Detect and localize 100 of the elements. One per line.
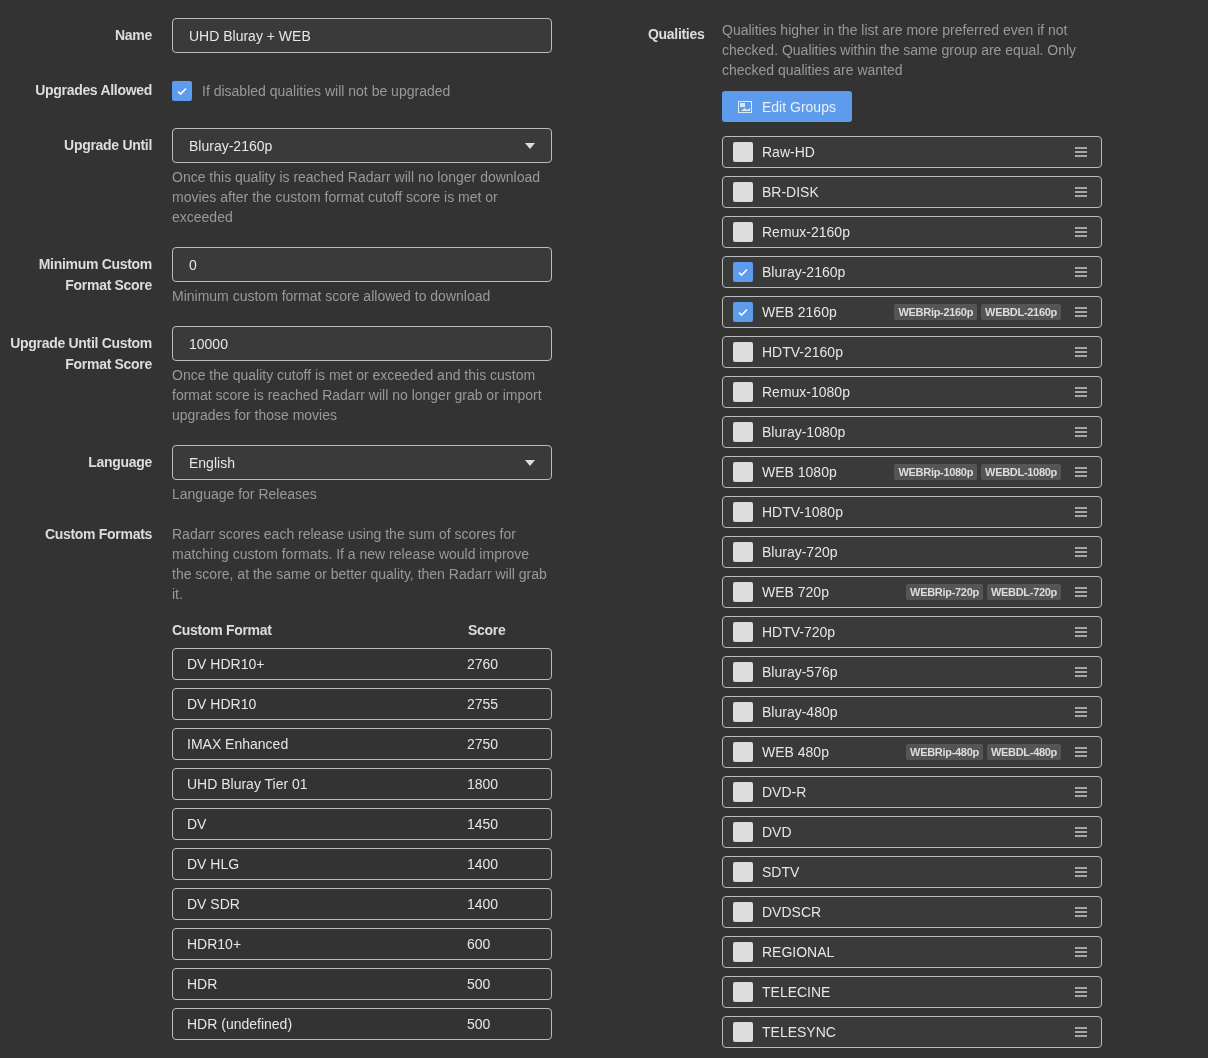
quality-name: WEB 720p (762, 584, 830, 600)
quality-name: DVDSCR (762, 904, 823, 920)
quality-row[interactable]: WEB 480p WEBRip-480p WEBDL-480p (722, 736, 1102, 768)
quality-row[interactable]: TELECINE (722, 976, 1102, 1008)
format-name: DV HDR10 (187, 696, 258, 712)
checkbox[interactable] (733, 222, 753, 242)
drag-handle-icon[interactable] (1075, 907, 1087, 917)
checkbox[interactable] (733, 182, 753, 202)
quality-row[interactable]: WEB 2160p WEBRip-2160p WEBDL-2160p (722, 296, 1102, 328)
drag-handle-icon[interactable] (1075, 507, 1087, 517)
checkbox[interactable] (733, 902, 753, 922)
score-field[interactable]: 10000 (172, 326, 552, 361)
quality-row[interactable]: BR-DISK (722, 176, 1102, 208)
drag-handle-icon[interactable] (1075, 427, 1087, 437)
score-field[interactable]: 0 (172, 247, 552, 282)
quality-name: DVD (762, 824, 793, 840)
checkbox[interactable] (733, 302, 753, 322)
drag-handle-icon[interactable] (1075, 187, 1087, 197)
format-name: IMAX Enhanced (187, 736, 290, 752)
quality-name: Remux-1080p (762, 384, 851, 400)
drag-handle-icon[interactable] (1075, 827, 1087, 837)
drag-handle-icon[interactable] (1075, 307, 1087, 317)
drag-handle-icon[interactable] (1075, 987, 1087, 997)
quality-tag: WEBRip-2160p (894, 304, 978, 320)
drag-handle-icon[interactable] (1075, 667, 1087, 677)
checkbox[interactable] (733, 862, 753, 882)
quality-row[interactable]: Remux-1080p (722, 376, 1102, 408)
quality-name: WEB 1080p (762, 464, 838, 480)
quality-row[interactable]: WEB 1080p WEBRip-1080p WEBDL-1080p (722, 456, 1102, 488)
checkbox[interactable] (733, 822, 753, 842)
checkbox[interactable] (733, 702, 753, 722)
checkbox[interactable] (733, 262, 753, 282)
quality-row[interactable]: HDTV-2160p (722, 336, 1102, 368)
checkbox[interactable] (733, 422, 753, 442)
drag-handle-icon[interactable] (1075, 947, 1087, 957)
field-label: Minimum Custom Format Score (37, 255, 153, 295)
quality-row[interactable]: Raw-HD (722, 136, 1102, 168)
drag-handle-icon[interactable] (1075, 707, 1087, 717)
drag-handle-icon[interactable] (1075, 747, 1087, 757)
quality-row[interactable]: HDTV-720p (722, 616, 1102, 648)
drag-handle-icon[interactable] (1075, 787, 1087, 797)
quality-row[interactable]: Bluray-576p (722, 656, 1102, 688)
format-score: 1400 (467, 896, 500, 912)
checkbox[interactable] (733, 542, 753, 562)
quality-name: Bluray-576p (762, 664, 839, 680)
checkbox[interactable] (733, 982, 753, 1002)
format-score: 1400 (467, 856, 500, 872)
help-text: Language for Releases (172, 485, 318, 504)
drag-handle-icon[interactable] (1075, 267, 1087, 277)
format-name: UHD Bluray Tier 01 (187, 776, 309, 792)
checkbox[interactable] (172, 80, 192, 101)
quality-row[interactable]: REGIONAL (722, 936, 1102, 968)
quality-row[interactable]: Bluray-480p (722, 696, 1102, 728)
checkbox[interactable] (733, 342, 753, 362)
drag-handle-icon[interactable] (1075, 587, 1087, 597)
quality-row[interactable]: SDTV (722, 856, 1102, 888)
name-field[interactable]: UHD Bluray + WEB (172, 18, 552, 53)
drag-handle-icon[interactable] (1075, 227, 1087, 237)
help-text: Radarr scores each release using the sum of scores for matching custom formats. If a new release would improve the score, at the same or better quality, then Radarr will grab it. (172, 525, 548, 604)
quality-row[interactable]: TELESYNC (722, 1016, 1102, 1048)
format-score: 2760 (467, 656, 500, 672)
quality-name: HDTV-1080p (762, 504, 844, 520)
drag-handle-icon[interactable] (1075, 147, 1087, 157)
quality-row[interactable]: DVD (722, 816, 1102, 848)
drag-handle-icon[interactable] (1075, 627, 1087, 637)
field-label: Custom Formats (43, 525, 153, 544)
quality-row[interactable]: HDTV-1080p (722, 496, 1102, 528)
quality-row[interactable]: DVD-R (722, 776, 1102, 808)
checkbox[interactable] (733, 742, 753, 762)
drag-handle-icon[interactable] (1075, 467, 1087, 477)
checkbox[interactable] (733, 782, 753, 802)
quality-tag: WEBDL-720p (986, 584, 1061, 600)
checkbox[interactable] (733, 382, 753, 402)
checkbox[interactable] (733, 502, 753, 522)
quality-row[interactable]: Bluray-2160p (722, 256, 1102, 288)
quality-name: Remux-2160p (762, 224, 851, 240)
drag-handle-icon[interactable] (1075, 547, 1087, 557)
language-dropdown[interactable]: English (172, 445, 552, 480)
quality-row[interactable]: DVDSCR (722, 896, 1102, 928)
drag-handle-icon[interactable] (1075, 387, 1087, 397)
quality-row[interactable]: Remux-2160p (722, 216, 1102, 248)
quality-dropdown[interactable]: Bluray-2160p (172, 128, 552, 163)
quality-row[interactable]: Bluray-720p (722, 536, 1102, 568)
drag-handle-icon[interactable] (1075, 867, 1087, 877)
checkbox[interactable] (733, 662, 753, 682)
checkmark-icon (737, 306, 749, 318)
quality-row[interactable]: WEB 720p WEBRip-720p WEBDL-720p (722, 576, 1102, 608)
format-score: 500 (467, 976, 492, 992)
field-label: Upgrades Allowed (34, 81, 153, 100)
checkbox[interactable] (733, 142, 753, 162)
checkbox[interactable] (733, 622, 753, 642)
quality-tag: WEBDL-1080p (981, 464, 1061, 480)
checkbox[interactable] (733, 1022, 753, 1042)
checkbox[interactable] (733, 462, 753, 482)
drag-handle-icon[interactable] (1075, 347, 1087, 357)
caret-icon (525, 459, 535, 466)
drag-handle-icon[interactable] (1075, 1027, 1087, 1037)
quality-row[interactable]: Bluray-1080p (722, 416, 1102, 448)
checkbox[interactable] (733, 582, 753, 602)
checkbox[interactable] (733, 942, 753, 962)
